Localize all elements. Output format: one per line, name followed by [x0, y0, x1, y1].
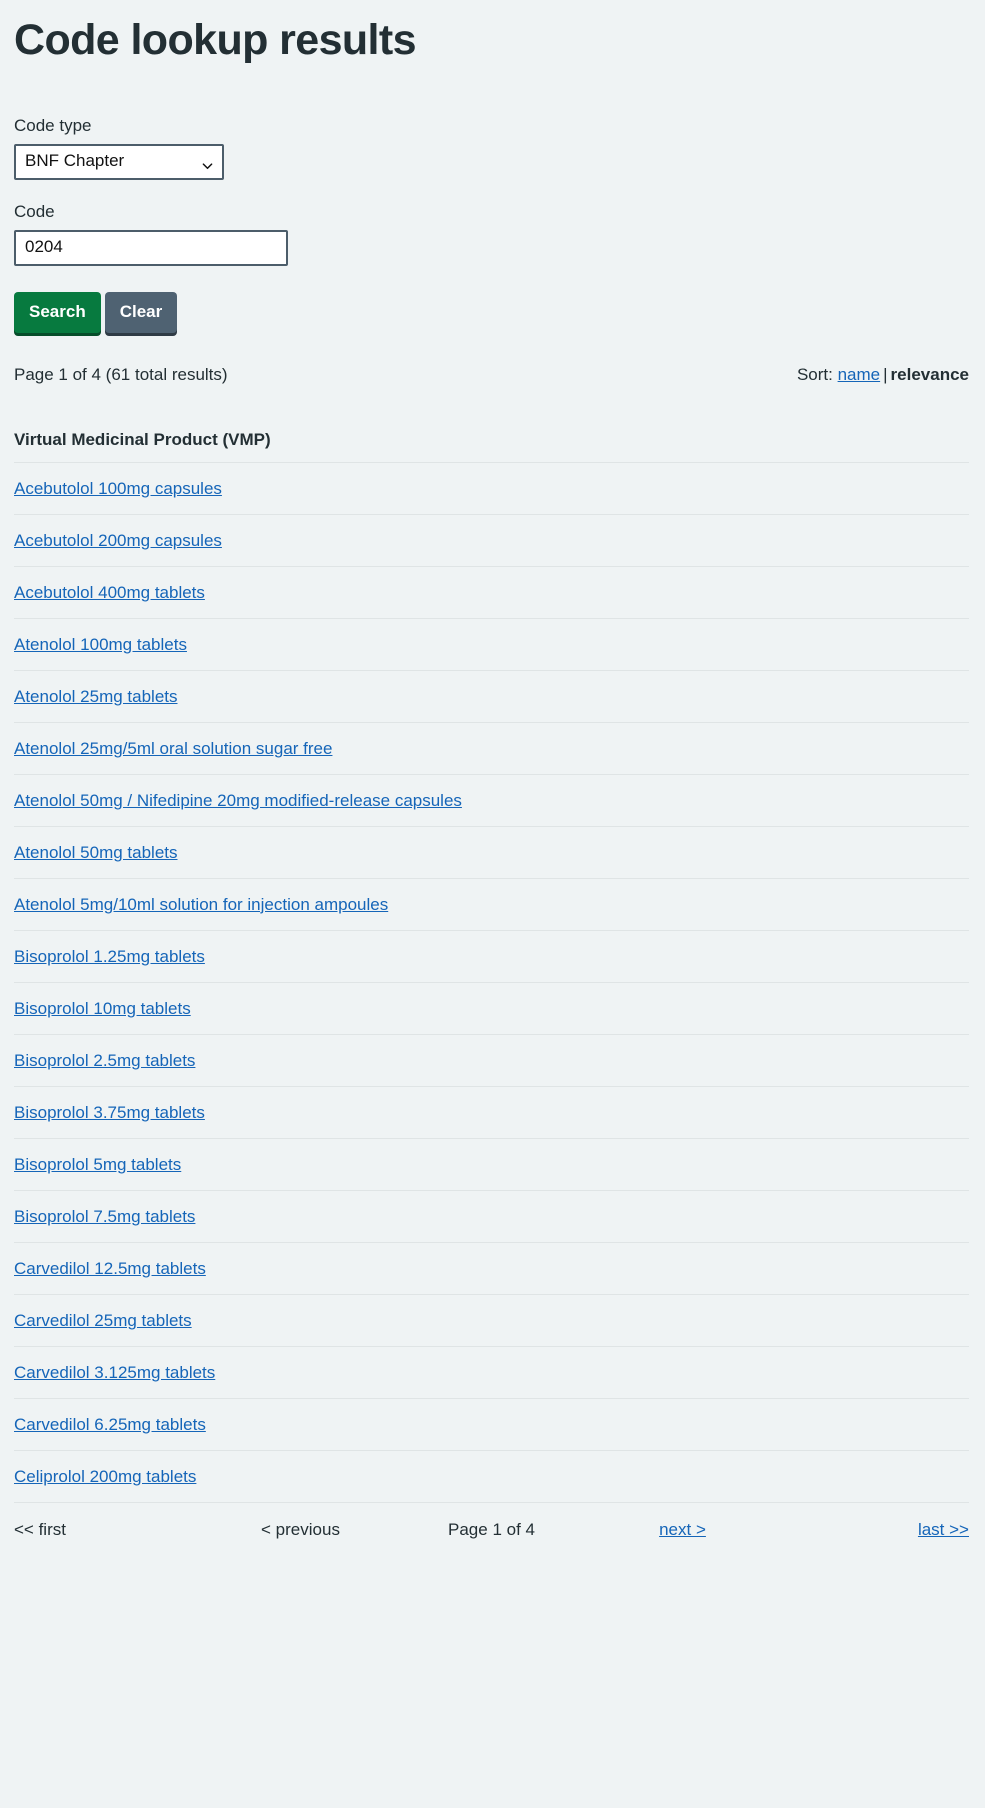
- code-field: Code: [14, 202, 969, 266]
- result-link[interactable]: Carvedilol 25mg tablets: [14, 1295, 969, 1346]
- code-type-select-wrapper: BNF Chapter: [14, 143, 224, 180]
- results-list: Acebutolol 100mg capsules Acebutolol 200m…: [14, 461, 969, 1502]
- result-link[interactable]: Atenolol 100mg tablets: [14, 619, 969, 670]
- result-link[interactable]: Atenolol 25mg tablets: [14, 671, 969, 722]
- result-link[interactable]: Atenolol 25mg/5ml oral solution sugar fr…: [14, 723, 969, 774]
- pagination-next[interactable]: next >: [587, 1520, 778, 1540]
- result-link[interactable]: Acebutolol 100mg capsules: [14, 463, 969, 514]
- list-item: Atenolol 25mg tablets: [14, 671, 969, 723]
- pagination-previous: < previous: [261, 1519, 340, 1539]
- result-link[interactable]: Acebutolol 200mg capsules: [14, 515, 969, 566]
- list-item: Atenolol 25mg/5ml oral solution sugar fr…: [14, 723, 969, 775]
- sort-controls: Sort: name | relevance: [797, 365, 969, 385]
- list-item: Carvedilol 6.25mg tablets: [14, 1399, 969, 1451]
- search-button[interactable]: Search: [14, 291, 101, 333]
- list-item: Atenolol 50mg tablets: [14, 827, 969, 879]
- list-item: Carvedilol 25mg tablets: [14, 1295, 969, 1347]
- clear-button[interactable]: Clear: [104, 291, 178, 333]
- list-item: Acebutolol 200mg capsules: [14, 515, 969, 567]
- pagination-next-link[interactable]: next >: [659, 1520, 706, 1539]
- pagination-first: << first: [14, 1519, 66, 1539]
- list-item: Acebutolol 100mg capsules: [14, 463, 969, 515]
- result-link[interactable]: Carvedilol 6.25mg tablets: [14, 1399, 969, 1450]
- result-link[interactable]: Atenolol 5mg/10ml solution for injection…: [14, 879, 969, 930]
- list-item: Celiprolol 200mg tablets: [14, 1451, 969, 1502]
- list-item: Atenolol 100mg tablets: [14, 619, 969, 671]
- results-section-title: Virtual Medicinal Product (VMP): [14, 429, 271, 449]
- list-item: Bisoprolol 3.75mg tablets: [14, 1087, 969, 1139]
- result-link[interactable]: Bisoprolol 2.5mg tablets: [14, 1035, 969, 1086]
- code-label: Code: [14, 201, 55, 221]
- list-item: Bisoprolol 10mg tablets: [14, 983, 969, 1035]
- list-item: Carvedilol 12.5mg tablets: [14, 1243, 969, 1295]
- result-summary: Page 1 of 4 (61 total results): [14, 364, 228, 384]
- pagination-status: Page 1 of 4: [448, 1519, 535, 1539]
- sort-separator: |: [883, 364, 888, 384]
- list-item: Bisoprolol 1.25mg tablets: [14, 931, 969, 983]
- list-item: Bisoprolol 2.5mg tablets: [14, 1035, 969, 1087]
- pagination-last-link[interactable]: last >>: [918, 1520, 969, 1539]
- sort-by-relevance-active: relevance: [890, 364, 969, 384]
- code-type-field: Code type BNF Chapter: [14, 116, 969, 180]
- result-link[interactable]: Acebutolol 400mg tablets: [14, 567, 969, 618]
- list-item: Acebutolol 400mg tablets: [14, 567, 969, 619]
- result-link[interactable]: Bisoprolol 1.25mg tablets: [14, 931, 969, 982]
- result-link[interactable]: Bisoprolol 10mg tablets: [14, 983, 969, 1034]
- result-link[interactable]: Celiprolol 200mg tablets: [14, 1451, 969, 1502]
- result-link[interactable]: Carvedilol 12.5mg tablets: [14, 1243, 969, 1294]
- code-input[interactable]: [14, 229, 288, 266]
- results-meta-row: Page 1 of 4 (61 total results) Sort: nam…: [14, 365, 969, 385]
- result-link[interactable]: Carvedilol 3.125mg tablets: [14, 1347, 969, 1398]
- result-link[interactable]: Atenolol 50mg / Nifedipine 20mg modified…: [14, 775, 969, 826]
- result-link[interactable]: Bisoprolol 3.75mg tablets: [14, 1087, 969, 1138]
- page-title: Code lookup results: [14, 16, 417, 64]
- list-item: Atenolol 5mg/10ml solution for injection…: [14, 879, 969, 931]
- list-item: Carvedilol 3.125mg tablets: [14, 1347, 969, 1399]
- result-link[interactable]: Bisoprolol 5mg tablets: [14, 1139, 969, 1190]
- list-item: Bisoprolol 7.5mg tablets: [14, 1191, 969, 1243]
- code-type-select[interactable]: BNF Chapter: [14, 143, 224, 180]
- sort-label: Sort:: [796, 364, 833, 384]
- form-actions: Search Clear: [14, 291, 969, 333]
- code-type-label: Code type: [14, 115, 92, 135]
- pagination-last[interactable]: last >>: [778, 1520, 969, 1540]
- list-item: Bisoprolol 5mg tablets: [14, 1139, 969, 1191]
- result-link[interactable]: Bisoprolol 7.5mg tablets: [14, 1191, 969, 1242]
- sort-by-name-link[interactable]: name: [838, 365, 881, 384]
- list-item: Atenolol 50mg / Nifedipine 20mg modified…: [14, 775, 969, 827]
- result-link[interactable]: Atenolol 50mg tablets: [14, 827, 969, 878]
- code-lookup-form: Code type BNF Chapter Code Search Clear: [14, 116, 969, 333]
- pagination: << first < previous Page 1 of 4 next > l…: [14, 1501, 969, 1558]
- page-container: Code lookup results Code type BNF Chapte…: [0, 0, 985, 1558]
